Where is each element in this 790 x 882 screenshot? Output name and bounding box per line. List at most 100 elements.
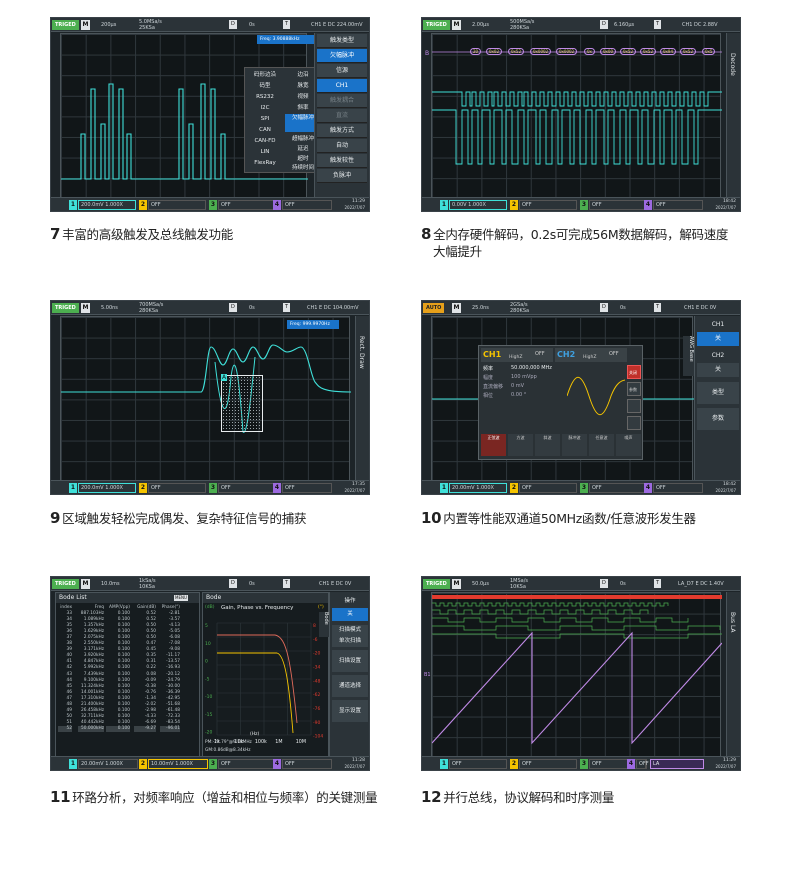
ch3-number-icon[interactable]: 3 [580,483,588,493]
menu-negative-pulse[interactable]: 负脉冲 [317,169,367,183]
wave-arb-button[interactable]: 任意波 [589,434,614,456]
bode-tab[interactable]: Bode [319,612,329,637]
ch4-number-icon[interactable]: 4 [644,200,652,210]
bode-menu-button[interactable]: MENU [174,595,188,601]
ch4-scale[interactable]: OFF [282,200,332,210]
ch4-scale[interactable]: OFF [653,483,703,493]
wave-noise-button[interactable]: 噪声 [616,434,641,456]
ch3-scale[interactable]: OFF [589,200,647,210]
menu-m-button[interactable]: M [81,303,90,313]
type-can[interactable]: CAN [247,125,283,135]
ch3-number-icon[interactable]: 3 [580,200,588,210]
ch4-number-icon[interactable]: 4 [644,483,652,493]
wave-square-button[interactable]: 方波 [508,434,533,456]
ch2-scale[interactable]: OFF [148,483,206,493]
awg-offset-value[interactable]: 0 mV [511,383,524,389]
ch2-number-icon[interactable]: 2 [510,483,518,493]
ch2-scale[interactable]: 10.00mV 1.000X [148,759,208,769]
ch4-scale[interactable]: OFF [282,483,332,493]
side-sweep-mode[interactable]: 扫描模式 单次扫描 [332,625,368,647]
decode-packet[interactable]: 0x0002 [530,48,552,55]
menu-m-button[interactable]: M [81,20,90,30]
ch1-number-icon[interactable]: 1 [69,759,77,769]
la-channel-status[interactable]: LA [650,759,704,769]
menu-m-button[interactable]: M [452,579,461,589]
ch1-number-icon[interactable]: 1 [440,483,448,493]
ch4-number-icon[interactable]: 4 [273,200,281,210]
ch2-number-icon[interactable]: 2 [139,200,147,210]
ch2-number-icon[interactable]: 2 [139,483,147,493]
ch4-number-icon[interactable]: 4 [273,483,281,493]
wave-sine-button[interactable]: 正弦波 [481,434,506,456]
awg-amp-value[interactable]: 100 mVpp [511,374,537,380]
wave-ramp-button[interactable]: 斜波 [535,434,560,456]
ch3-scale[interactable]: OFF [218,759,276,769]
ch4-number-icon[interactable]: 4 [273,759,281,769]
decode-packet[interactable]: 0x0002 [556,48,578,55]
ch2-scale[interactable]: OFF [148,200,206,210]
decode-packet[interactable]: 0x52 [680,48,697,55]
awg-close-button[interactable]: 关闭 [627,365,641,379]
ch3-scale[interactable]: OFF [589,483,647,493]
decode-side-tab[interactable]: Decode [726,33,740,198]
rect-draw-tab[interactable]: Rect. Draw [355,316,369,481]
awg-freq-value[interactable]: 50.000,000 MHz [511,365,552,371]
awg-ch1-header[interactable]: CH1 HighZ OFF [481,348,553,362]
ch3-number-icon[interactable]: 3 [209,759,217,769]
awg-param-button[interactable]: 参数 [627,382,641,396]
ch1-number-icon[interactable]: 1 [440,759,448,769]
wave-pulse-button[interactable]: 脉冲波 [562,434,587,456]
decode-packet[interactable]: 0x [584,48,595,55]
type-lin[interactable]: LIN [247,147,283,157]
ch4-scale[interactable]: OFF [282,759,332,769]
ch1-number-icon[interactable]: 1 [440,200,448,210]
ch3-number-icon[interactable]: 3 [209,483,217,493]
decode-packet[interactable]: 0x52 [620,48,637,55]
ch3-number-icon[interactable]: 3 [580,759,588,769]
type-canfd[interactable]: CAN-FD [247,136,283,146]
ch1-scale[interactable]: 20.00mV 1.000X [78,759,138,769]
menu-m-button[interactable]: M [81,579,90,589]
type-flexray[interactable]: FlexRay [247,158,283,168]
decode-packet[interactable]: 0x5 [702,48,716,55]
side-sweep-settings[interactable]: 扫描设置 [332,650,368,672]
ch2-scale[interactable]: OFF [519,759,577,769]
side-display-settings[interactable]: 显示设置 [332,700,368,722]
ch4-scale[interactable]: OFF [636,759,649,769]
ch1-scale[interactable]: 20.00mV 1.000X [449,483,507,493]
ch4-number-icon[interactable]: 4 [627,759,635,769]
decode-packet[interactable]: 0x52 [508,48,525,55]
menu-trigger-mode[interactable]: 触发方式 [317,124,367,138]
side-param-button[interactable]: 参数 [697,408,739,430]
menu-m-button[interactable]: M [452,20,461,30]
menu-runt-pulse[interactable]: 欠幅脉冲 [317,49,367,63]
awg-ch2-header[interactable]: CH2 HighZ OFF [555,348,627,362]
ch2-number-icon[interactable]: 2 [510,759,518,769]
zone-rectangle-a[interactable]: A [221,374,263,432]
ch1-scale[interactable]: 200.0mV 1.000X [78,483,136,493]
ch2-number-icon[interactable]: 2 [139,759,147,769]
menu-polarity[interactable]: 触发较性 [317,154,367,168]
decode-packet[interactable]: 0x02 [486,48,503,55]
ch2-scale[interactable]: OFF [519,200,577,210]
ch1-scale[interactable]: 200.0mV 1.000X [78,200,136,210]
awg-base-tab[interactable]: AWG Base [683,336,694,376]
bus-la-tab[interactable]: Bus LA [726,592,740,757]
awg-blank-button-1[interactable] [627,399,641,413]
side-channel-select[interactable]: 通道选择 [332,675,368,697]
ch3-number-icon[interactable]: 3 [209,200,217,210]
ch4-scale[interactable]: OFF [653,200,703,210]
ch3-scale[interactable]: OFF [218,200,276,210]
menu-coupling[interactable]: 触发耦合 [317,94,367,108]
decode-packet[interactable]: 20 [470,48,482,55]
ch1-number-icon[interactable]: 1 [69,483,77,493]
awg-blank-button-2[interactable] [627,416,641,430]
type-i2c[interactable]: I2C [247,103,283,113]
ch1-number-icon[interactable]: 1 [69,200,77,210]
type-rs232[interactable]: RS232 [247,92,283,102]
ch2-scale[interactable]: OFF [519,483,577,493]
menu-trigger-type[interactable]: 触发类型 [317,34,367,48]
awg-phase-value[interactable]: 0.00 ° [511,392,526,398]
type-code-edge[interactable]: 码形边沿 [247,70,283,80]
menu-source[interactable]: 信源 [317,64,367,78]
